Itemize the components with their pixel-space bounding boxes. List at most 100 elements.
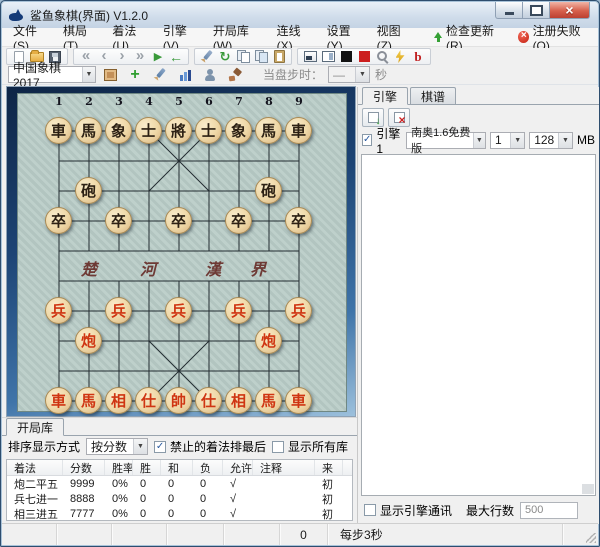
step-time-value: —: [333, 68, 345, 82]
piece-red-9-10[interactable]: 車: [285, 387, 312, 414]
tab-opening-book[interactable]: 开局库: [6, 418, 64, 436]
piece-red-5-7[interactable]: 兵: [165, 297, 192, 324]
engine-hash-select[interactable]: 128: [529, 132, 573, 149]
piece-black-1-1[interactable]: 車: [45, 117, 72, 144]
zoom-button[interactable]: [373, 49, 391, 64]
column-header[interactable]: 注释: [253, 460, 315, 475]
add-engine-button[interactable]: [362, 108, 384, 127]
piece-red-1-10[interactable]: 車: [45, 387, 72, 414]
piece-red-1-7[interactable]: 兵: [45, 297, 72, 324]
table-row-1[interactable]: 炮二平五99990%000√初: [7, 476, 352, 491]
sort-mode-select[interactable]: 按分数: [86, 438, 148, 455]
engine-name-value: 南奥1.6免费版: [411, 124, 473, 156]
piece-black-3-4[interactable]: 卒: [105, 207, 132, 234]
piece-red-2-10[interactable]: 馬: [75, 387, 102, 414]
status-cell-2: [57, 524, 112, 545]
flash-button[interactable]: [391, 49, 409, 64]
opening-b-button[interactable]: [409, 49, 427, 64]
piece-red-3-7[interactable]: 兵: [105, 297, 132, 324]
tab-notation[interactable]: 棋谱: [410, 87, 456, 104]
copy-fen-button[interactable]: [234, 49, 252, 64]
prev-move-button[interactable]: [95, 49, 113, 64]
opening-book-table[interactable]: 着法分数胜率胜和负允许注释来 炮二平五99990%000√初兵七进一88880%…: [6, 459, 353, 521]
piece-black-2-3[interactable]: 砲: [75, 177, 102, 204]
piece-black-6-1[interactable]: 士: [195, 117, 222, 144]
engine-output-area[interactable]: [361, 154, 596, 496]
show-engine-comm-label: 显示引擎通讯: [380, 502, 452, 519]
refresh-button[interactable]: [216, 49, 234, 64]
piece-black-2-1[interactable]: 馬: [75, 117, 102, 144]
column-header[interactable]: 负: [193, 460, 223, 475]
scrollbar-corner[interactable]: [582, 484, 594, 494]
table-cell: 0: [193, 478, 223, 490]
column-header[interactable]: 允许: [223, 460, 253, 475]
column-header[interactable]: 分数: [63, 460, 105, 475]
column-number-7: 7: [229, 95, 249, 108]
skin-select[interactable]: 中国象棋2017: [8, 66, 96, 83]
show-all-books-checkbox[interactable]: 显示所有库: [272, 438, 348, 455]
red-square-button[interactable]: [355, 49, 373, 64]
show-engine-comm-checkbox[interactable]: 显示引擎通讯: [364, 502, 452, 519]
resize-grip[interactable]: [586, 533, 596, 543]
engine1-checkbox[interactable]: 引擎1: [362, 125, 402, 156]
column-header[interactable]: 和: [161, 460, 193, 475]
column-header[interactable]: 胜率: [105, 460, 133, 475]
piece-red-9-7[interactable]: 兵: [285, 297, 312, 324]
piece-black-7-4[interactable]: 卒: [225, 207, 252, 234]
piece-black-5-1[interactable]: 將: [165, 117, 192, 144]
piece-red-3-10[interactable]: 相: [105, 387, 132, 414]
black-square-button[interactable]: [337, 49, 355, 64]
piece-red-4-10[interactable]: 仕: [135, 387, 162, 414]
piece-red-7-7[interactable]: 兵: [225, 297, 252, 324]
close-button[interactable]: [550, 2, 590, 19]
piece-black-8-3[interactable]: 砲: [255, 177, 282, 204]
play-button[interactable]: [149, 49, 167, 64]
next-move-button[interactable]: [113, 49, 131, 64]
panel-toggle-right-button[interactable]: [319, 49, 337, 64]
brush-button[interactable]: [226, 67, 244, 82]
copy-image-button[interactable]: [252, 49, 270, 64]
max-rows-input[interactable]: [520, 502, 578, 519]
column-header[interactable]: 着法: [7, 460, 63, 475]
stats-chart-button[interactable]: [176, 67, 194, 82]
piece-black-5-4[interactable]: 卒: [165, 207, 192, 234]
engine-name-select[interactable]: 南奥1.6免费版: [406, 132, 486, 149]
maximize-button[interactable]: [523, 2, 550, 19]
table-row-2[interactable]: 兵七进一88880%000√初: [7, 491, 352, 506]
piece-red-7-10[interactable]: 相: [225, 387, 252, 414]
piece-red-8-8[interactable]: 炮: [255, 327, 282, 354]
table-row-3[interactable]: 相三进五77770%000√初: [7, 506, 352, 521]
piece-red-2-8[interactable]: 炮: [75, 327, 102, 354]
board-skin-button[interactable]: [101, 67, 119, 82]
banned-moves-last-checkbox[interactable]: 禁止的着法排最后: [154, 438, 266, 455]
edit-position-button[interactable]: [198, 49, 216, 64]
add-green-button[interactable]: [126, 67, 144, 82]
piece-black-9-4[interactable]: 卒: [285, 207, 312, 234]
takeback-button[interactable]: [167, 49, 185, 64]
last-move-button[interactable]: [131, 49, 149, 64]
piece-black-9-1[interactable]: 車: [285, 117, 312, 144]
piece-black-8-1[interactable]: 馬: [255, 117, 282, 144]
paste-button[interactable]: [270, 49, 288, 64]
piece-black-4-1[interactable]: 士: [135, 117, 162, 144]
piece-black-1-4[interactable]: 卒: [45, 207, 72, 234]
xiangqi-board[interactable]: 123456789楚河漢界車馬象士將士象馬車砲砲卒卒卒卒卒兵兵兵兵兵炮炮車馬相仕…: [7, 87, 355, 416]
minimize-button[interactable]: [495, 2, 523, 19]
column-header[interactable]: 来: [315, 460, 343, 475]
column-header[interactable]: 胜: [133, 460, 161, 475]
board-toolbar-icons: [101, 67, 244, 82]
piece-red-6-10[interactable]: 仕: [195, 387, 222, 414]
remove-engine-button[interactable]: [388, 108, 410, 127]
table-cell: 0%: [105, 508, 133, 520]
tab-engine[interactable]: 引擎: [362, 87, 408, 105]
piece-red-5-10[interactable]: 帥: [165, 387, 192, 414]
toolbar-group-4: [297, 48, 431, 65]
piece-black-7-1[interactable]: 象: [225, 117, 252, 144]
step-time-select[interactable]: —: [328, 66, 370, 83]
piece-red-8-10[interactable]: 馬: [255, 387, 282, 414]
piece-black-3-1[interactable]: 象: [105, 117, 132, 144]
engine-threads-select[interactable]: 1: [490, 132, 525, 149]
panel-toggle-bottom-button[interactable]: [301, 49, 319, 64]
player-button[interactable]: [201, 67, 219, 82]
edit-pencil-button[interactable]: [151, 67, 169, 82]
